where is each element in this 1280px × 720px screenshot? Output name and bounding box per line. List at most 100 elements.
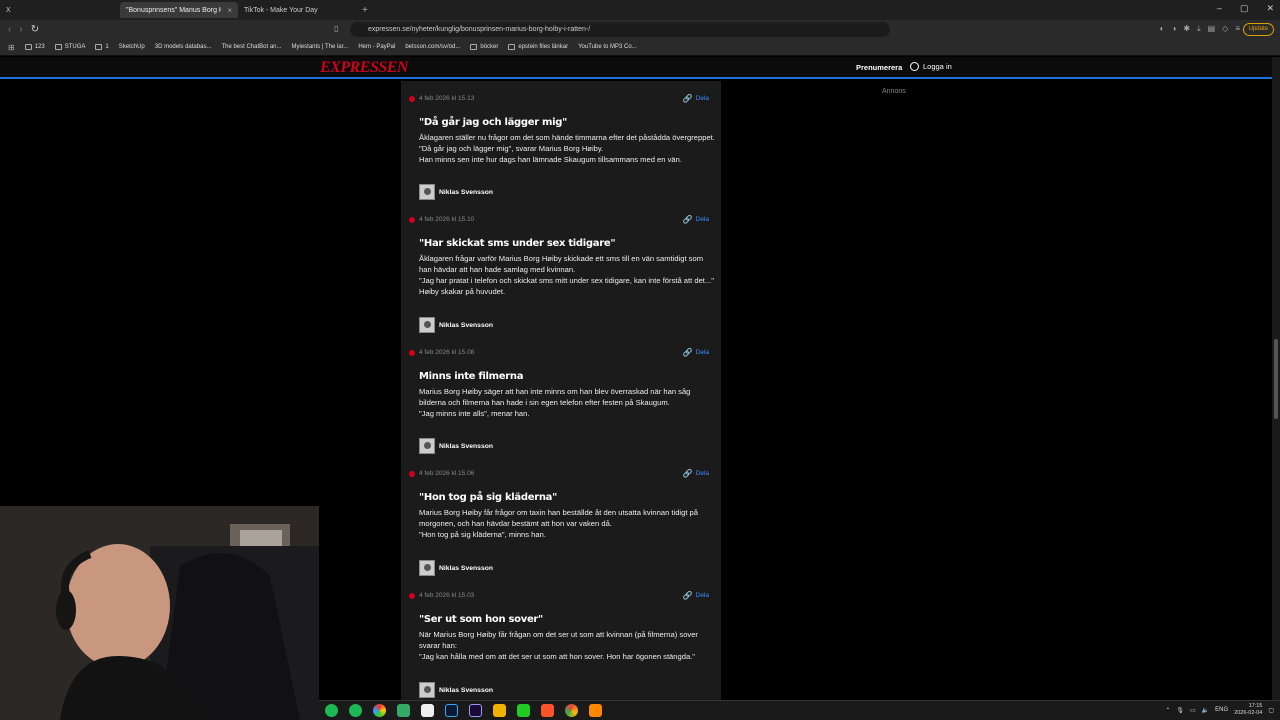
network-icon[interactable]: ▭ — [1190, 707, 1196, 714]
live-feed: 4 feb 2026 kl 15.13 🔗 Dela "Då går jag oc… — [401, 81, 721, 700]
share-label: Dela — [695, 349, 709, 356]
forward-icon[interactable]: › — [19, 24, 22, 35]
bookmark-item[interactable]: Myiestants | The lar... — [292, 44, 349, 50]
bookmark-item[interactable]: Hem - PayPal — [358, 44, 395, 50]
author-byline[interactable]: Niklas Svensson — [419, 682, 493, 698]
bookmark-label: betsson.com/sv/od... — [405, 44, 461, 50]
feed-entry: 4 feb 2026 kl 15.08 🔗 Dela Minns inte fil… — [401, 335, 721, 456]
spotify-icon[interactable] — [325, 704, 338, 717]
notification-icon[interactable]: ▢ — [1268, 707, 1274, 714]
share-button[interactable]: 🔗 Dela — [683, 469, 709, 478]
premiere-icon[interactable] — [469, 704, 482, 717]
author-byline[interactable]: Niklas Svensson — [419, 560, 493, 576]
url-text: expressen.se/nyheter/kunglig/bonusprinse… — [368, 26, 591, 33]
back-icon[interactable]: ‹ — [8, 24, 11, 35]
author-name: Niklas Svensson — [439, 564, 494, 572]
bookmarks-bar: ⊞ 123 STUGA 1 SketchUp 3D models databas… — [0, 39, 1280, 56]
author-byline[interactable]: Niklas Svensson — [419, 317, 493, 333]
feed-entry: 4 feb 2026 kl 15.13 🔗 Dela "Då går jag oc… — [401, 81, 721, 202]
photoshop-icon[interactable] — [445, 704, 458, 717]
apps-icon[interactable]: ⊞ — [8, 43, 15, 52]
share-button[interactable]: 🔗 Dela — [683, 215, 709, 224]
tab-tiktok[interactable]: TikTok - Make Your Day — [238, 2, 356, 18]
vlc-icon[interactable] — [589, 704, 602, 717]
wallet-icon[interactable]: ◇ — [1222, 24, 1228, 34]
bookmark-item[interactable]: SketchUp — [119, 44, 145, 50]
tab-expressen[interactable]: "Bonusprinsens" Marius Borg Hø × — [120, 2, 238, 18]
live-dot — [409, 217, 415, 223]
address-bar: ‹ › ↻ ▯ expressen.se/nyheter/kunglig/bon… — [0, 20, 1280, 39]
bookmark-icon[interactable]: ▯ — [334, 24, 338, 33]
chrome-icon[interactable] — [565, 704, 578, 717]
window-controls: – ▢ ✕ — [1217, 3, 1274, 14]
url-field[interactable]: expressen.se/nyheter/kunglig/bonusprinse… — [350, 22, 890, 37]
close-tab-icon[interactable]: × — [227, 6, 232, 15]
page-scrollbar[interactable] — [1272, 57, 1280, 700]
reload-icon[interactable]: ↻ — [31, 24, 39, 35]
bookmark-label: 1 — [105, 44, 109, 50]
bookmark-item[interactable]: betsson.com/sv/od... — [405, 44, 460, 50]
bookmark-item[interactable]: The best ChatBot an... — [221, 44, 281, 50]
expressen-logo[interactable]: EXPRESSEN — [320, 59, 408, 77]
scrollbar-thumb[interactable] — [1274, 339, 1278, 419]
body-paragraph: Marius Borg Høiby säger att han inte min… — [419, 387, 691, 407]
clock[interactable]: 17:15 2026-02-04 — [1234, 703, 1262, 717]
sidebar-icon[interactable]: ▤ — [1208, 24, 1216, 34]
spotify-icon[interactable] — [349, 704, 362, 717]
share-button[interactable]: 🔗 Dela — [683, 348, 709, 357]
live-dot — [409, 471, 415, 477]
taskbar: ⌃ 🎙 ▭ 🔈 ENG 17:15 2026-02-04 ▢ — [319, 700, 1280, 720]
author-byline[interactable]: Niklas Svensson — [419, 438, 493, 454]
color-app-icon[interactable] — [373, 704, 386, 717]
bookmark-label: The best ChatBot an... — [221, 44, 282, 50]
extensions-puzzle-icon[interactable]: ✱ — [1183, 24, 1190, 34]
bookmark-item[interactable]: YouTube to MP3 Co... — [578, 44, 637, 50]
bookmark-item[interactable]: 123 — [24, 44, 45, 50]
maximize-icon[interactable]: ▢ — [1240, 3, 1249, 14]
close-window-icon[interactable]: ✕ — [1266, 3, 1274, 14]
app-icon[interactable] — [397, 704, 410, 717]
body-paragraph: När Marius Borg Høiby får frågan om det … — [419, 630, 698, 650]
subscribe-link[interactable]: Prenumerera — [856, 63, 902, 72]
avatar — [419, 184, 435, 200]
download-icon[interactable]: ⤓ — [1197, 24, 1201, 34]
mic-icon[interactable]: 🎙 — [1176, 707, 1184, 714]
language-indicator[interactable]: ENG — [1215, 707, 1228, 713]
author-byline[interactable]: Niklas Svensson — [419, 184, 493, 200]
live-dot — [409, 96, 415, 102]
bookmark-item[interactable]: 3D models databas... — [155, 44, 212, 50]
bookmark-item[interactable]: epstein files länkar — [508, 44, 568, 50]
brave-icon[interactable] — [541, 704, 554, 717]
share-button[interactable]: 🔗 Dela — [683, 591, 709, 600]
share-button[interactable]: 🔗 Dela — [683, 94, 709, 103]
new-tab-icon[interactable]: + — [362, 5, 368, 16]
capcut-icon[interactable] — [421, 704, 434, 717]
minimize-icon[interactable]: – — [1217, 3, 1222, 14]
body-paragraph: Høiby skakar på huvudet. — [419, 287, 506, 296]
folder-icon — [508, 44, 516, 50]
share-label: Dela — [695, 470, 709, 477]
chevron-up-icon[interactable]: ⌃ — [1165, 707, 1170, 714]
bookmark-label: YouTube to MP3 Co... — [578, 44, 637, 50]
tab-x[interactable]: X — [0, 2, 120, 18]
link-icon: 🔗 — [682, 348, 693, 357]
entry-headline: "Har skickat sms under sex tidigare" — [419, 238, 616, 249]
app-icon[interactable] — [517, 704, 530, 717]
clock-time: 17:15 — [1248, 703, 1263, 709]
body-paragraph: "Då går jag och lägger mig", svarar Mari… — [419, 144, 604, 153]
bookmark-item[interactable]: 1 — [95, 44, 109, 50]
bookmark-label: 123 — [34, 44, 45, 50]
extension-icon[interactable]: ◐ — [1160, 24, 1165, 34]
extension-icon[interactable]: ◑ — [1172, 24, 1177, 34]
menu-icon[interactable]: ≡ — [1235, 24, 1240, 34]
volume-icon[interactable]: 🔈 — [1202, 707, 1209, 714]
update-button[interactable]: Update — [1242, 23, 1274, 36]
avatar — [419, 438, 435, 454]
entry-headline: "Ser ut som hon sover" — [419, 614, 543, 625]
bookmark-item[interactable]: böcker — [470, 44, 498, 50]
bookmark-item[interactable]: STUGA — [54, 44, 85, 50]
folder-icon[interactable] — [493, 704, 506, 717]
author-name: Niklas Svensson — [439, 188, 494, 196]
feed-entry: 4 feb 2026 kl 15.06 🔗 Dela "Hon tog på si… — [401, 456, 721, 578]
login-link[interactable]: Logga in — [910, 62, 952, 71]
